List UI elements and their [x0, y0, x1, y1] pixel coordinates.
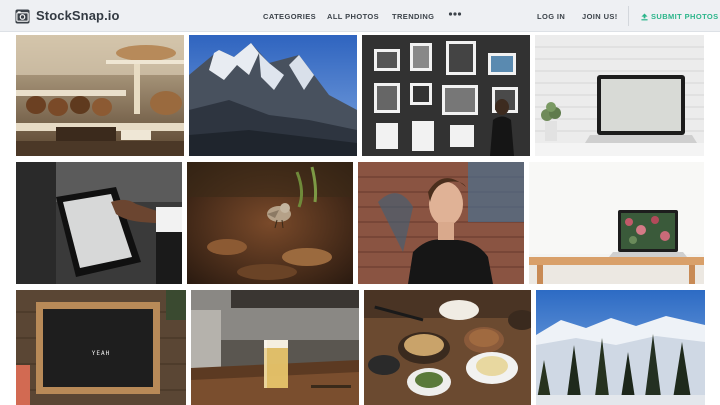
man-leather-jacket-image	[358, 162, 524, 284]
login-link[interactable]: LOG IN	[537, 11, 565, 23]
photo-beer-on-bar[interactable]	[191, 290, 359, 405]
photo-bakery-counter[interactable]	[16, 35, 184, 156]
letter-board-image	[16, 290, 186, 405]
art-gallery-image	[362, 35, 530, 156]
join-link[interactable]: JOIN US!	[582, 11, 618, 23]
brand-logo-link[interactable]: StockSnap.io	[15, 8, 120, 24]
nav-categories-link[interactable]: CATEGORIES	[263, 11, 316, 23]
photo-man-leather-jacket[interactable]	[358, 162, 524, 284]
photo-bird-on-soil[interactable]	[187, 162, 353, 284]
bakery-counter-image	[16, 35, 184, 156]
snowy-mountain-image	[189, 35, 357, 156]
letter-board-caption: YEAH	[91, 350, 111, 357]
photo-korean-dishes[interactable]	[364, 290, 531, 405]
submit-photos-label: SUBMIT PHOTOS	[651, 12, 719, 21]
photo-laptop-brick-wall[interactable]	[535, 35, 704, 156]
top-navigation-bar: StockSnap.io CATEGORIES ALL PHOTOS TREND…	[0, 0, 720, 32]
brand-name: StockSnap.io	[36, 8, 120, 23]
bird-on-soil-image	[187, 162, 353, 284]
submit-photos-link[interactable]: SUBMIT PHOTOS	[641, 11, 719, 23]
snowy-pine-trees-image	[536, 290, 705, 405]
photo-letter-board[interactable]: YEAH	[16, 290, 186, 405]
camera-icon	[15, 8, 30, 24]
upload-icon	[641, 13, 648, 21]
laptop-on-desk-image	[529, 162, 704, 284]
beer-on-bar-image	[191, 290, 359, 405]
payment-terminal-image	[16, 162, 182, 284]
photo-payment-terminal[interactable]	[16, 162, 182, 284]
korean-dishes-image	[364, 290, 531, 405]
photo-art-gallery[interactable]	[362, 35, 530, 156]
more-dots-icon[interactable]	[448, 9, 462, 19]
nav-all-photos-link[interactable]: ALL PHOTOS	[327, 11, 379, 23]
laptop-brick-wall-image	[535, 35, 704, 156]
nav-divider	[628, 6, 629, 26]
photo-snowy-pine-trees[interactable]	[536, 290, 705, 405]
nav-trending-link[interactable]: TRENDING	[392, 11, 434, 23]
photo-snowy-mountain[interactable]	[189, 35, 357, 156]
photo-laptop-on-desk[interactable]	[529, 162, 704, 284]
